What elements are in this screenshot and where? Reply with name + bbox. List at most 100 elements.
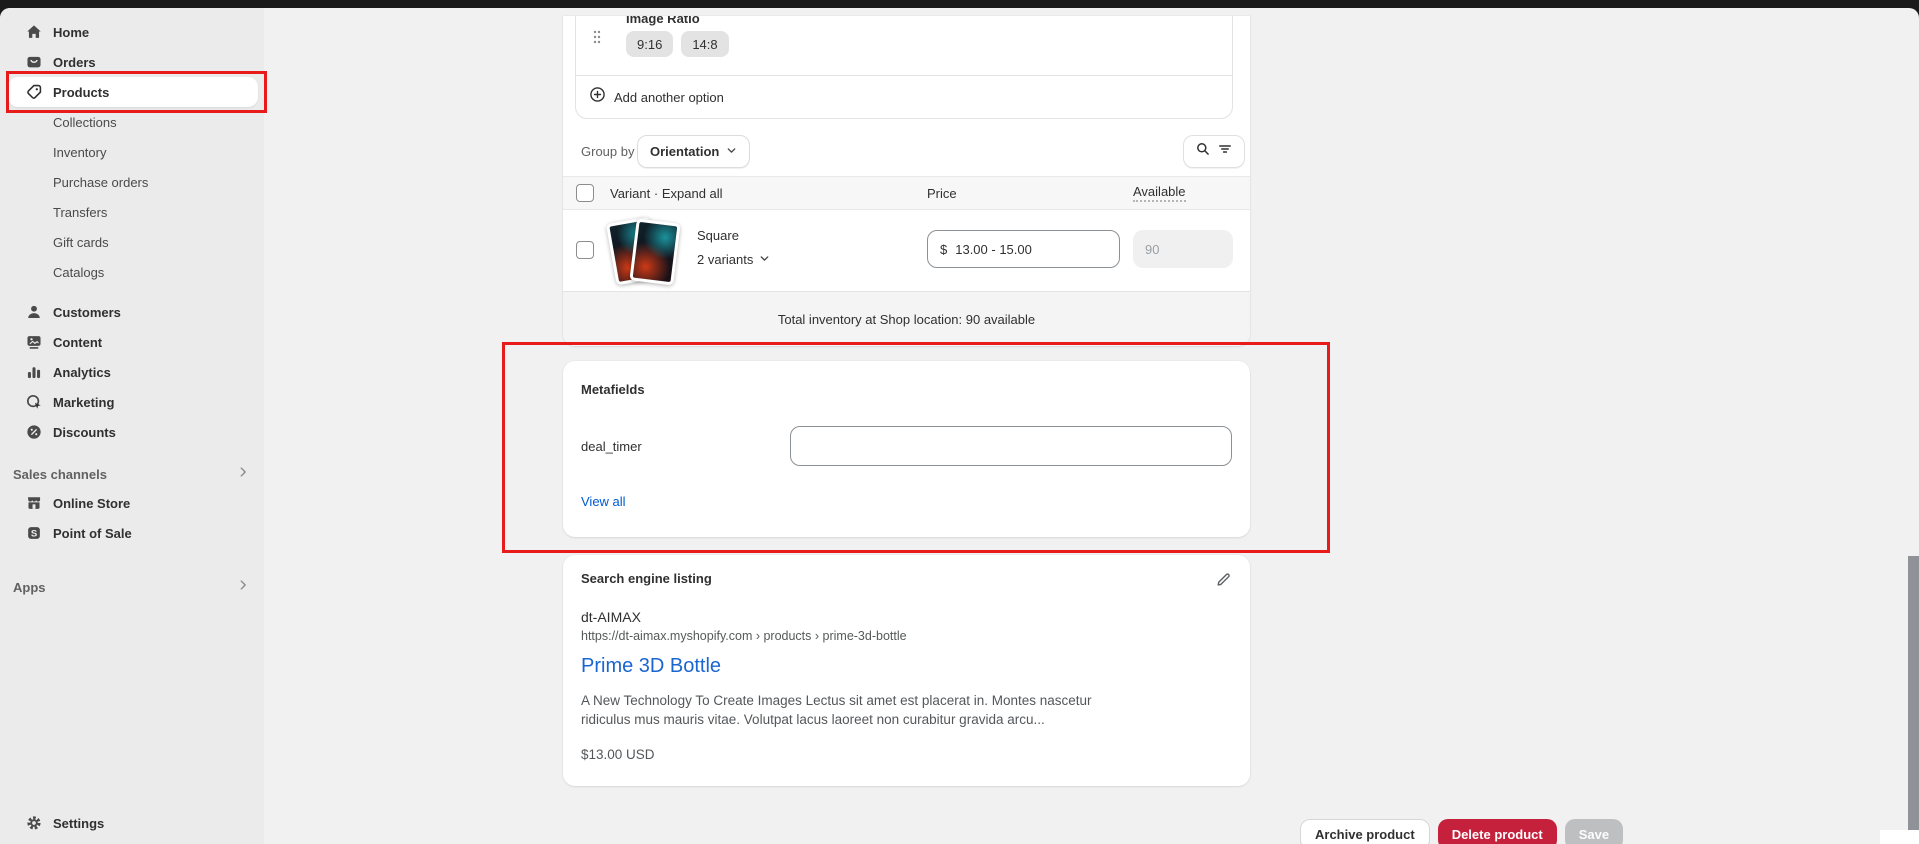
svg-text:S: S xyxy=(31,528,37,539)
view-all-link[interactable]: View all xyxy=(581,494,626,509)
vertical-scrollbar-thumb[interactable] xyxy=(1908,556,1919,830)
column-available: Available xyxy=(1133,184,1186,202)
sidebar-item-transfers[interactable]: Transfers xyxy=(8,197,258,227)
sidebar-item-label: Home xyxy=(53,25,89,40)
price-field[interactable]: $ xyxy=(927,230,1120,268)
sidebar-item-label: Online Store xyxy=(53,496,130,511)
column-variant: Variant · Expand all xyxy=(610,186,723,201)
seo-title: Search engine listing xyxy=(581,571,712,586)
sidebar-item-analytics[interactable]: Analytics xyxy=(8,357,258,387)
edit-pencil-icon[interactable] xyxy=(1212,568,1234,590)
sidebar-item-label: Discounts xyxy=(53,425,116,440)
drag-handle-icon[interactable] xyxy=(592,29,602,50)
sidebar-item-inventory[interactable]: Inventory xyxy=(8,137,258,167)
search-filter-button[interactable] xyxy=(1183,135,1245,168)
metafields-title: Metafields xyxy=(581,382,645,397)
sidebar-item-home[interactable]: Home xyxy=(8,17,258,47)
sales-channels-header[interactable]: Sales channels xyxy=(13,465,250,484)
chevron-down-icon xyxy=(726,144,737,159)
plus-circle-icon xyxy=(589,86,606,108)
home-icon xyxy=(25,23,43,41)
seo-card: Search engine listing dt-AIMAX https://d… xyxy=(563,555,1250,786)
sidebar-item-online-store[interactable]: Online Store xyxy=(8,488,258,518)
sidebar-item-label: Catalogs xyxy=(53,265,104,280)
sidebar-item-label: Analytics xyxy=(53,365,111,380)
variant-count-label: 2 variants xyxy=(697,252,753,267)
sidebar: Home Orders Products Collections xyxy=(0,8,264,844)
variant-thumbnail[interactable] xyxy=(607,216,683,288)
product-image xyxy=(629,219,680,286)
add-another-option-label: Add another option xyxy=(614,90,724,105)
app-surface: Home Orders Products Collections xyxy=(0,8,1919,844)
sidebar-item-label: Point of Sale xyxy=(53,526,132,541)
delete-product-button[interactable]: Delete product xyxy=(1438,819,1557,844)
sidebar-item-label: Transfers xyxy=(53,205,107,220)
sidebar-item-label: Collections xyxy=(53,115,117,130)
sidebar-item-gift-cards[interactable]: Gift cards xyxy=(8,227,258,257)
total-inventory-text: Total inventory at Shop location: 90 ava… xyxy=(778,312,1035,327)
sidebar-item-customers[interactable]: Customers xyxy=(8,297,258,327)
price-input[interactable] xyxy=(955,242,1107,257)
sidebar-item-label: Orders xyxy=(53,55,96,70)
sidebar-item-settings[interactable]: Settings xyxy=(8,808,258,838)
discounts-icon xyxy=(25,423,43,441)
sidebar-item-catalogs[interactable]: Catalogs xyxy=(8,257,258,287)
option-value-chip[interactable]: 9:16 xyxy=(626,31,673,57)
column-price: Price xyxy=(927,186,957,201)
sidebar-item-label: Customers xyxy=(53,305,121,320)
column-separator: · xyxy=(654,186,658,201)
online-store-icon xyxy=(25,494,43,512)
analytics-icon xyxy=(25,363,43,381)
point-of-sale-icon: S xyxy=(25,524,43,542)
variant-name: Square xyxy=(697,228,739,243)
apps-header[interactable]: Apps xyxy=(13,578,250,597)
metafield-deal-timer-input[interactable] xyxy=(790,426,1232,466)
seo-price: $13.00 USD xyxy=(581,747,655,762)
expand-all-link[interactable]: Expand all xyxy=(662,186,723,201)
sidebar-item-label: Content xyxy=(53,335,102,350)
sidebar-item-content[interactable]: Content xyxy=(8,327,258,357)
sidebar-item-point-of-sale[interactable]: S Point of Sale xyxy=(8,518,258,548)
total-inventory-bar: Total inventory at Shop location: 90 ava… xyxy=(563,291,1250,346)
add-another-option-button[interactable]: Add another option xyxy=(576,76,1232,118)
sidebar-item-purchase-orders[interactable]: Purchase orders xyxy=(8,167,258,197)
select-all-checkbox[interactable] xyxy=(576,184,594,202)
sidebar-item-marketing[interactable]: Marketing xyxy=(8,387,258,417)
sidebar-item-products[interactable]: Products xyxy=(8,77,258,107)
orders-icon xyxy=(25,53,43,71)
products-tag-icon xyxy=(25,83,43,101)
marketing-icon xyxy=(25,393,43,411)
sidebar-item-label: Purchase orders xyxy=(53,175,148,190)
sidebar-item-label: Gift cards xyxy=(53,235,109,250)
sidebar-item-label: Marketing xyxy=(53,395,114,410)
seo-breadcrumb-url: https://dt-aimax.myshopify.com › product… xyxy=(581,629,907,643)
currency-prefix: $ xyxy=(940,242,947,257)
search-icon xyxy=(1195,141,1211,162)
group-by-select[interactable]: Orientation xyxy=(637,135,750,168)
settings-gear-icon xyxy=(25,814,43,832)
variant-expand-toggle[interactable]: 2 variants xyxy=(697,252,770,267)
customers-icon xyxy=(25,303,43,321)
option-value-chip[interactable]: 14:8 xyxy=(681,31,728,57)
chevron-right-icon xyxy=(236,578,250,597)
available-quantity-input[interactable] xyxy=(1133,230,1233,268)
apps-label: Apps xyxy=(13,580,46,595)
seo-site-name: dt-AIMAX xyxy=(581,609,641,625)
row-checkbox[interactable] xyxy=(576,241,594,259)
option-name-label: Image Ratio xyxy=(626,16,700,26)
sidebar-item-collections[interactable]: Collections xyxy=(8,107,258,137)
metafield-label: deal_timer xyxy=(581,439,642,454)
sidebar-item-orders[interactable]: Orders xyxy=(8,47,258,77)
seo-page-title-link[interactable]: Prime 3D Bottle xyxy=(581,655,721,678)
top-nav-bar xyxy=(0,0,1919,8)
column-variant-label: Variant xyxy=(610,186,650,201)
shopify-admin-page: Home Orders Products Collections xyxy=(0,0,1919,844)
archive-product-button[interactable]: Archive product xyxy=(1300,819,1430,844)
option-editor-card: Image Ratio 9:16 14:8 Add another option xyxy=(575,16,1233,119)
save-button[interactable]: Save xyxy=(1565,819,1623,844)
sales-channels-label: Sales channels xyxy=(13,467,107,482)
footer-action-bar: Archive product Delete product Save xyxy=(1300,819,1623,844)
variants-card: Image Ratio 9:16 14:8 Add another option… xyxy=(563,16,1250,346)
seo-description: A New Technology To Create Images Lectus… xyxy=(581,691,1129,729)
sidebar-item-discounts[interactable]: Discounts xyxy=(8,417,258,447)
